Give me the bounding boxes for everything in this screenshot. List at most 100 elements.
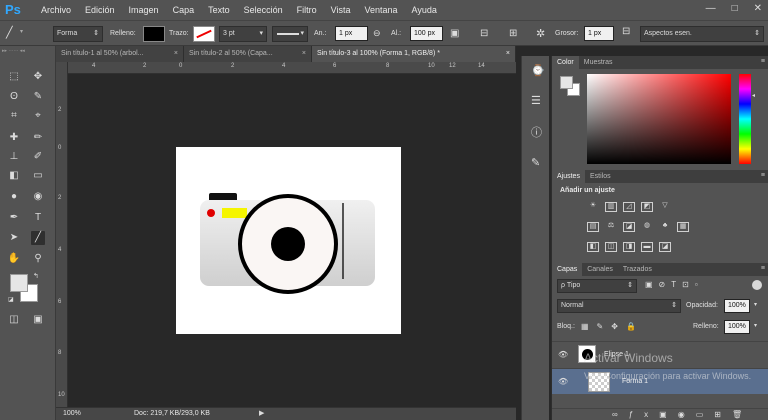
color-picker-field[interactable] — [587, 74, 731, 164]
crop-tool-icon[interactable]: ⌗ — [7, 109, 21, 123]
panel-menu-icon[interactable]: ≡ — [761, 58, 765, 65]
opacity-dropdown-icon[interactable]: ▾ — [754, 301, 757, 308]
fill-input[interactable]: 100% — [724, 320, 750, 334]
menu-seleccion[interactable]: Selección — [244, 5, 283, 15]
menu-texto[interactable]: Texto — [208, 5, 230, 15]
color-lookup-icon[interactable]: ▦ — [677, 222, 689, 232]
path-alignment-icon[interactable]: ⊟ — [480, 28, 488, 39]
stroke-type-select[interactable]: ▾ — [272, 26, 308, 42]
posterize-icon[interactable]: ◫ — [605, 242, 617, 252]
tool-preset-dropdown[interactable]: ▾ — [20, 28, 23, 35]
height-input[interactable]: 100 px — [410, 26, 443, 41]
black-white-icon[interactable]: ◪ — [623, 222, 635, 232]
invert-icon[interactable]: ◧ — [587, 242, 599, 252]
status-menu-arrow-icon[interactable]: ▶ — [259, 408, 264, 420]
color-fg-swatch[interactable] — [560, 76, 573, 89]
tab-document-1[interactable]: Sin título-1 al 50% (arbol... × — [56, 46, 184, 62]
brush-tool-icon[interactable]: ✏ — [31, 131, 45, 145]
line-tool-icon[interactable]: ╱ — [6, 26, 13, 39]
menu-ventana[interactable]: Ventana — [365, 5, 398, 15]
visibility-eye-icon[interactable]: 👁 — [558, 377, 568, 386]
gradient-map-icon[interactable]: ▬ — [641, 242, 653, 252]
menu-ayuda[interactable]: Ayuda — [412, 5, 437, 15]
color-balance-icon[interactable]: ⚖ — [605, 222, 617, 232]
layers-bottom-toolbar[interactable]: ∞ƒx▣◉▭⊞🗑 — [552, 408, 768, 420]
swap-colors-icon[interactable]: ↰ — [33, 272, 39, 280]
selective-color-icon[interactable]: ◪ — [659, 242, 671, 252]
quick-selection-tool-icon[interactable]: ✎ — [31, 90, 45, 104]
vibrance-icon[interactable]: ▽ — [659, 202, 671, 212]
hand-tool-icon[interactable]: ✋ — [7, 252, 21, 266]
align-edges-icon[interactable]: ⊟ — [622, 26, 630, 37]
close-tab-icon[interactable]: × — [506, 46, 510, 62]
gear-icon[interactable]: ✲ — [536, 27, 545, 40]
menu-archivo[interactable]: Archivo — [41, 5, 71, 15]
curves-icon[interactable]: ◿ — [623, 202, 635, 212]
line-tool-icon-selected[interactable]: ╱ — [31, 231, 45, 245]
hue-slider-marker-icon[interactable]: ◂ — [752, 92, 755, 99]
info-icon[interactable]: ⓘ — [531, 124, 542, 140]
toolbar-grip[interactable]: ▸▸ ······ ◂◂ — [2, 48, 54, 54]
fill-dropdown-icon[interactable]: ▾ — [754, 322, 757, 329]
stroke-size-input[interactable]: 3 pt ▾ — [219, 26, 267, 42]
mode-select[interactable]: Forma ⇕ — [53, 26, 103, 42]
clone-stamp-tool-icon[interactable]: ⊥ — [7, 150, 21, 164]
zoom-tool-icon[interactable]: ⚲ — [31, 252, 45, 266]
pen-tool-icon[interactable]: ✒ — [7, 211, 21, 225]
grosor-input[interactable]: 1 px — [584, 26, 614, 41]
stroke-swatch[interactable] — [193, 26, 215, 42]
brush-presets-icon[interactable]: ✎ — [531, 156, 540, 169]
hue-slider[interactable] — [739, 74, 751, 164]
properties-icon[interactable]: ☰ — [531, 94, 541, 107]
eraser-tool-icon[interactable]: ◧ — [7, 169, 21, 183]
threshold-icon[interactable]: ◨ — [623, 242, 635, 252]
marquee-tool-icon[interactable]: ⬚ — [7, 70, 21, 84]
tab-swatches[interactable]: Muestras — [579, 56, 618, 69]
minimize-button[interactable]: — — [706, 3, 716, 14]
default-colors-icon[interactable]: ◪ — [8, 296, 14, 303]
close-tab-icon[interactable]: × — [302, 46, 306, 62]
fill-swatch[interactable] — [143, 26, 165, 42]
zoom-level[interactable]: 100% — [63, 408, 81, 420]
tab-adjustments[interactable]: Ajustes — [552, 170, 585, 183]
lock-icons[interactable]: ▦✎✥🔒 — [581, 322, 644, 331]
visibility-eye-icon[interactable]: 👁 — [558, 350, 568, 359]
screen-mode-icon[interactable]: ▣ — [31, 313, 45, 327]
tab-paths[interactable]: Trazados — [618, 263, 657, 276]
move-tool-icon[interactable]: ✥ — [31, 70, 45, 84]
maximize-button[interactable]: □ — [732, 3, 738, 14]
path-operations-icon[interactable]: ▣ — [450, 28, 459, 39]
hue-saturation-icon[interactable]: ▤ — [587, 222, 599, 232]
link-icon[interactable]: ⊖ — [373, 28, 381, 39]
menu-filtro[interactable]: Filtro — [297, 5, 317, 15]
workspace-select[interactable]: Aspectos esen. ⇕ — [640, 26, 764, 42]
tab-channels[interactable]: Canales — [582, 263, 618, 276]
healing-brush-tool-icon[interactable]: ✚ — [7, 131, 21, 145]
close-tab-icon[interactable]: × — [174, 46, 178, 62]
width-input[interactable]: 1 px — [335, 26, 368, 41]
dodge-tool-icon[interactable]: ◉ — [31, 190, 45, 204]
close-button[interactable]: ✕ — [754, 3, 762, 14]
menu-vista[interactable]: Vista — [331, 5, 351, 15]
exposure-icon[interactable]: ◩ — [641, 202, 653, 212]
path-arrangement-icon[interactable]: ⊞ — [509, 28, 517, 39]
tab-layers[interactable]: Capas — [552, 263, 583, 276]
document-canvas[interactable] — [176, 147, 401, 334]
lasso-tool-icon[interactable]: ʘ — [7, 90, 21, 104]
tab-styles[interactable]: Estilos — [585, 170, 616, 183]
blur-tool-icon[interactable]: ● — [7, 190, 21, 204]
tab-document-3[interactable]: Sin título-3 al 100% (Forma 1, RGB/8) * × — [312, 46, 516, 62]
foreground-color-swatch[interactable] — [10, 274, 28, 292]
menu-imagen[interactable]: Imagen — [129, 5, 159, 15]
history-brush-tool-icon[interactable]: ✐ — [31, 150, 45, 164]
layer-filter-select[interactable]: ρ Tipo ⇕ — [557, 279, 637, 293]
tab-color[interactable]: Color — [552, 56, 579, 69]
channel-mixer-icon[interactable]: ♣ — [659, 222, 671, 232]
filter-toggle-icon[interactable] — [752, 280, 762, 290]
type-tool-icon[interactable]: T — [31, 211, 45, 225]
brightness-icon[interactable]: ☀ — [587, 202, 599, 212]
photo-filter-icon[interactable]: ◍ — [641, 222, 653, 232]
menu-capa[interactable]: Capa — [173, 5, 195, 15]
menu-edicion[interactable]: Edición — [85, 5, 115, 15]
opacity-input[interactable]: 100% — [724, 299, 750, 313]
